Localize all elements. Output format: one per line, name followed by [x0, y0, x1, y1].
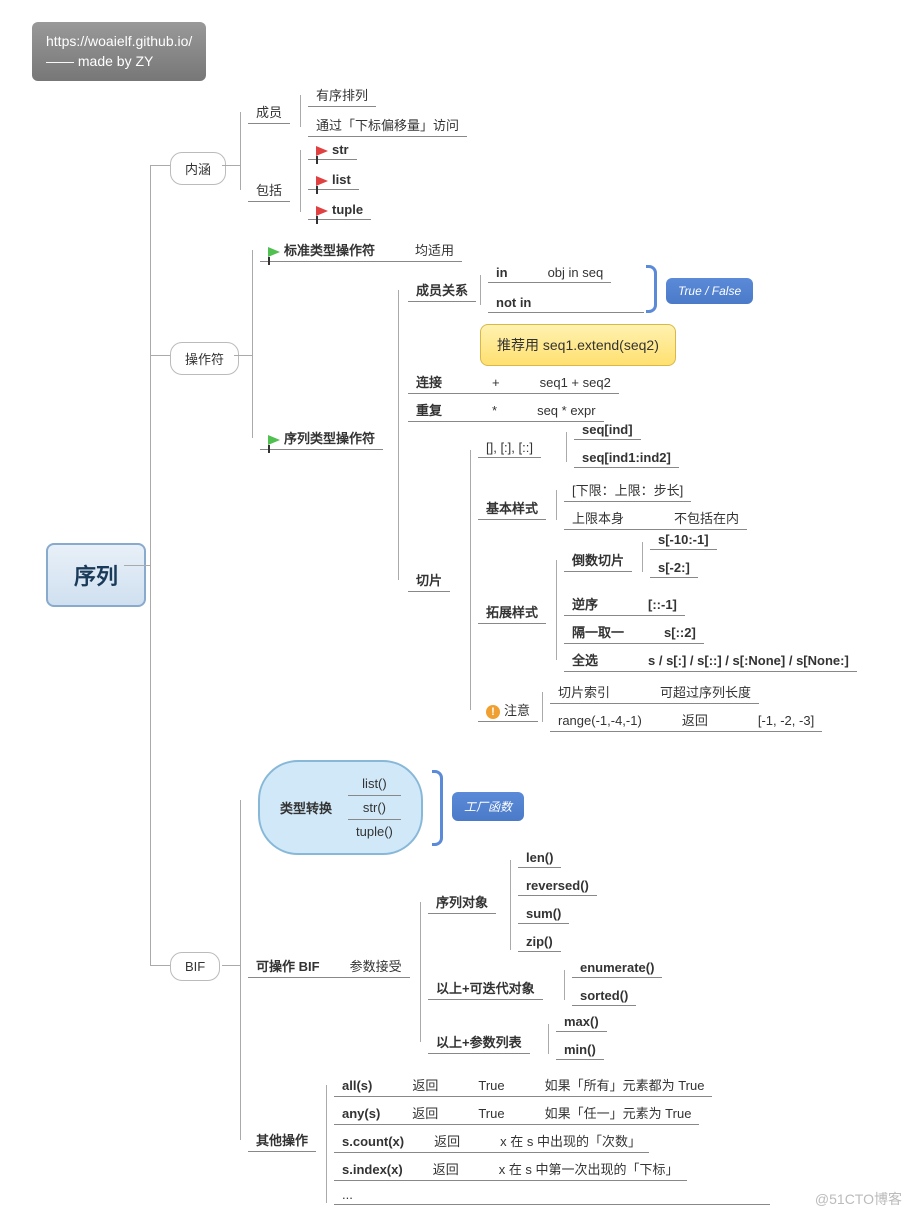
connector: [566, 432, 567, 462]
connector: [548, 1024, 549, 1054]
connector: [150, 165, 170, 166]
label-members: 成员: [248, 100, 290, 124]
leaf: 以上+参数列表: [428, 1030, 530, 1054]
leaf-op-bif: 可操作 BIF参数接受: [248, 954, 410, 978]
leaf-seq-op: 序列类型操作符: [260, 426, 383, 450]
note-extend: 推荐用 seq1.extend(seq2): [480, 324, 676, 366]
leaf: min(): [556, 1040, 604, 1060]
label-includes: 包括: [248, 178, 290, 202]
leaf: range(-1,-4,-1)返回[-1, -2, -3]: [550, 708, 822, 732]
leaf: sorted(): [572, 986, 636, 1006]
connector: [564, 970, 565, 1000]
leaf: str(): [348, 796, 401, 820]
callout-factory: 工厂函数: [452, 792, 524, 821]
connector: [510, 860, 511, 950]
leaf: 以上+可迭代对象: [428, 976, 543, 1000]
connector: [642, 542, 643, 572]
leaf: 切片索引可超过序列长度: [550, 680, 759, 704]
leaf: not in: [488, 293, 644, 313]
connector: [150, 965, 170, 966]
leaf-slice: 切片: [408, 568, 450, 592]
connector: [542, 692, 543, 722]
leaf: 基本样式: [478, 496, 546, 520]
leaf: reversed(): [518, 876, 597, 896]
connector: [124, 565, 150, 566]
header-url: https://woaielf.github.io/: [46, 32, 192, 52]
leaf-std-op: 标准类型操作符均适用: [260, 238, 462, 262]
leaf: s.count(x)返回x 在 s 中出现的「次数」: [334, 1129, 649, 1153]
connector: [326, 1085, 327, 1203]
leaf: any(s)返回True如果「任一」元素为 True: [334, 1101, 699, 1125]
leaf: len(): [518, 848, 561, 868]
leaf: [下限：上限：步长]: [564, 478, 691, 502]
leaf: inobj in seq: [488, 263, 611, 283]
leaf: 隔一取一s[::2]: [564, 620, 704, 644]
connector: [150, 165, 151, 965]
node-operator: 操作符: [170, 342, 239, 375]
label-conv: 类型转换: [280, 798, 332, 817]
leaf-warn: !注意: [478, 698, 538, 722]
connector: [556, 490, 557, 520]
leaf: 通过「下标偏移量」访问: [308, 113, 467, 137]
header-credit: —— made by ZY: [46, 52, 192, 72]
node-bif: BIF: [170, 952, 220, 981]
leaf: [], [:], [::]: [478, 438, 541, 458]
connector: [420, 902, 421, 1042]
leaf: seq[ind]: [574, 420, 641, 440]
connector: [240, 800, 241, 1140]
leaf: tuple(): [348, 820, 401, 843]
leaf-list: list: [308, 170, 359, 190]
warning-icon: !: [486, 705, 500, 719]
leaf-repeat: 重复*seq * expr: [408, 398, 604, 422]
connector: [240, 112, 241, 190]
connector: [222, 965, 240, 966]
connector: [234, 355, 252, 356]
watermark: @51CTO博客: [815, 1189, 902, 1209]
connector: [252, 250, 253, 438]
leaf: 上限本身不包括在内: [564, 506, 747, 530]
leaf: seq[ind1:ind2]: [574, 448, 679, 468]
leaf-tuple: tuple: [308, 200, 371, 220]
leaf: 有序排列: [308, 83, 376, 107]
connector: [222, 165, 240, 166]
leaf: list(): [348, 772, 401, 796]
leaf: enumerate(): [572, 958, 662, 978]
leaf-member: 成员关系: [408, 278, 476, 302]
leaf: 逆序[::-1]: [564, 592, 685, 616]
flag-icon: [268, 435, 280, 445]
leaf: zip(): [518, 932, 561, 952]
leaf: 拓展样式: [478, 600, 546, 624]
flag-icon: [316, 206, 328, 216]
connector: [150, 355, 170, 356]
leaf: 全选s / s[:] / s[::] / s[:None] / s[None:]: [564, 648, 857, 672]
leaf-other: 其他操作: [248, 1128, 316, 1152]
connector: [470, 450, 471, 710]
bracket-icon: [432, 770, 443, 846]
flag-icon: [316, 176, 328, 186]
leaf-str: str: [308, 140, 357, 160]
leaf: sum(): [518, 904, 569, 924]
root-node: 序列: [46, 543, 146, 607]
leaf: all(s)返回True如果「所有」元素都为 True: [334, 1073, 712, 1097]
header-badge: https://woaielf.github.io/ —— made by ZY: [32, 22, 206, 81]
leaf-concat: 连接+seq1 + seq2: [408, 370, 619, 394]
cloud-conv: 类型转换 list() str() tuple(): [258, 760, 423, 855]
leaf: ...: [334, 1185, 770, 1205]
connector: [398, 290, 399, 580]
flag-icon: [268, 247, 280, 257]
leaf: 倒数切片: [564, 548, 632, 572]
bracket-icon: [646, 265, 657, 313]
leaf: max(): [556, 1012, 607, 1032]
leaf: s[-2:]: [650, 558, 698, 578]
connector: [300, 150, 301, 212]
callout-tf: True / False: [666, 278, 753, 304]
connector: [556, 560, 557, 660]
node-neihan: 内涵: [170, 152, 226, 185]
leaf: s.index(x)返回x 在 s 中第一次出现的「下标」: [334, 1157, 687, 1181]
connector: [300, 95, 301, 127]
connector: [480, 275, 481, 305]
flag-icon: [316, 146, 328, 156]
leaf: s[-10:-1]: [650, 530, 717, 550]
leaf: 序列对象: [428, 890, 496, 914]
